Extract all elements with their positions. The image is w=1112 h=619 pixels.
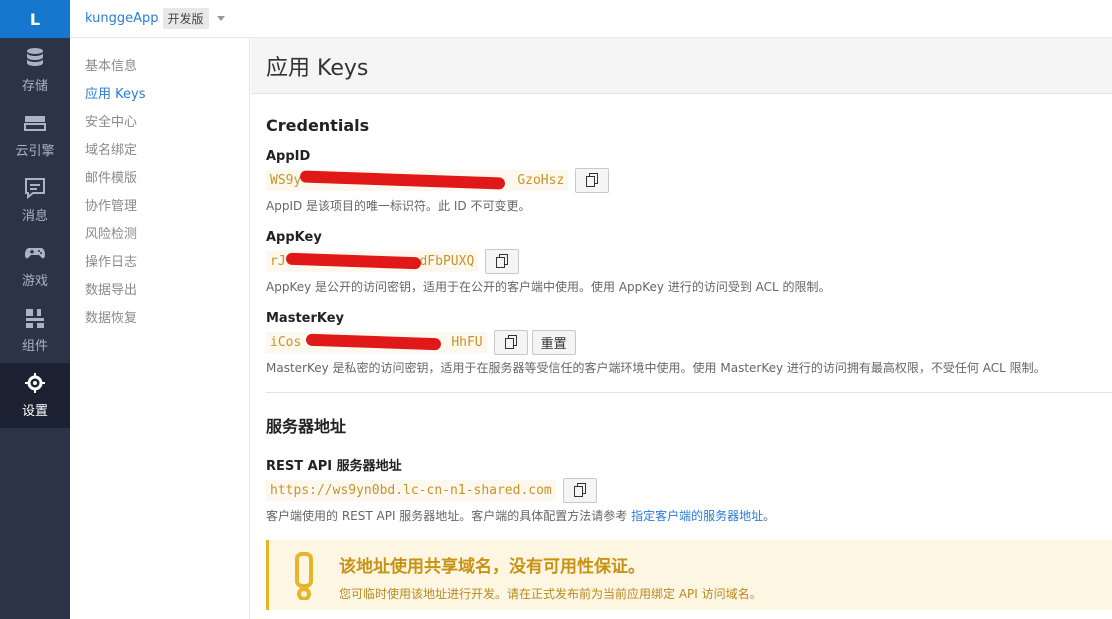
rail-item-label: 游戏 [21,274,48,289]
rail-item-label: 云引擎 [15,144,55,159]
cloud-engine-icon [24,116,46,131]
logo-letter: L [29,9,41,29]
appkey-value-end: sdFbPUXQ [411,253,475,269]
top-bar: kunggeApp 开发版 [70,0,1112,38]
subnav-item-data-export[interactable]: 数据导出 [70,277,249,305]
message-icon [25,178,45,199]
rail-item-components[interactable]: 组件 [0,298,70,363]
edition-badge: 开发版 [162,8,209,29]
appid-value-end: GzoHsz [517,172,565,188]
subnav-item-risk-detection[interactable]: 风险检测 [70,221,249,249]
redaction-mark [285,252,422,269]
credentials-heading: Credentials [266,116,370,135]
subnav-item-app-keys[interactable]: 应用 Keys [70,81,249,109]
main-content: 应用 Keys Credentials AppID WS9y GzoHsz App… [251,38,1112,619]
subnav-item-email-templates[interactable]: 邮件模版 [70,165,249,193]
rest-api-help: 客户端使用的 REST API 服务器地址。客户端的具体配置方法请参考 指定客户… [266,507,1112,524]
rail-item-game[interactable]: 游戏 [0,233,70,298]
client-server-config-link[interactable]: 指定客户端的服务器地址 [631,509,763,523]
copy-masterkey-button[interactable] [493,329,528,355]
app-logo[interactable]: L [0,0,70,38]
subnav-item-security[interactable]: 安全中心 [70,109,249,137]
rest-api-help-text: 客户端使用的 REST API 服务器地址。客户端的具体配置方法请参考 [266,509,632,523]
rail-item-label: 消息 [21,209,48,224]
copy-icon [496,254,509,268]
main-rail: L 存储 云引擎 消息 游戏 组件 设置 [0,0,70,619]
masterkey-help: MasterKey 是私密的访问密钥，适用于在服务器等受信任的客户端环境中使用。… [266,361,1046,375]
warning-title: 该地址使用共享域名，没有可用性保证。 [339,557,645,577]
appkey-value-start: rJ [270,253,286,269]
rail-item-label: 设置 [21,404,48,419]
masterkey-label: MasterKey [266,311,345,326]
masterkey-value-start: iCos [270,334,302,350]
components-icon [26,309,44,328]
appid-value[interactable]: WS9y GzoHsz [266,169,569,191]
appid-value-start: WS9y [270,172,302,188]
section-divider [266,392,1112,393]
subnav-item-collaborators[interactable]: 协作管理 [70,193,249,221]
database-icon [27,48,43,66]
gamepad-icon [25,248,45,259]
rail-item-cloud-engine[interactable]: 云引擎 [0,103,70,168]
exclamation-icon [295,552,313,600]
app-switcher-name[interactable]: kunggeApp [85,11,159,26]
chevron-down-icon[interactable] [216,16,225,21]
rail-item-settings[interactable]: 设置 [0,363,70,428]
subnav-item-operation-logs[interactable]: 操作日志 [70,249,249,277]
copy-icon [504,335,517,349]
appkey-help: AppKey 是公开的访问密钥，适用于在公开的客户端中使用。使用 AppKey … [266,280,831,294]
rest-api-url[interactable]: https://ws9yn0bd.lc-cn-n1-shared.com [266,479,556,501]
copy-icon [586,173,599,187]
appid-label: AppID [266,149,311,164]
masterkey-value-end: HhFU [451,334,483,350]
masterkey-value[interactable]: iCos HhFU [266,331,487,353]
subnav-item-data-restore[interactable]: 数据恢复 [70,305,249,333]
rest-api-help-suffix: 。 [763,509,776,523]
rest-api-label: REST API 服务器地址 [266,459,402,474]
rail-item-message[interactable]: 消息 [0,168,70,233]
appid-help: AppID 是该项目的唯一标识符。此 ID 不可变更。 [266,199,531,213]
rail-item-storage[interactable]: 存储 [0,38,70,103]
appkey-value[interactable]: rJ sdFbPUXQ [266,250,479,272]
shared-domain-warning: 该地址使用共享域名，没有可用性保证。 您可临时使用该地址进行开发。请在正式发布前… [266,540,1112,610]
redaction-mark [299,169,506,190]
reset-masterkey-button[interactable]: 重置 [531,329,576,355]
rail-item-label: 存储 [21,79,48,94]
warning-subtitle: 您可临时使用该地址进行开发。请在正式发布前为当前应用绑定 API 访问域名。 [339,587,762,601]
subnav-item-domains[interactable]: 域名绑定 [70,137,249,165]
subnav-item-basic-info[interactable]: 基本信息 [70,53,249,81]
copy-appkey-button[interactable] [485,248,520,274]
page-title: 应用 Keys [266,55,369,81]
copy-rest-url-button[interactable] [562,477,597,503]
page-header: 应用 Keys [251,38,1112,94]
rail-item-label: 组件 [21,339,48,354]
appkey-label: AppKey [266,230,322,245]
gear-icon [25,373,45,393]
copy-icon [573,483,586,497]
redaction-mark [305,333,442,350]
server-address-heading: 服务器地址 [266,417,347,436]
copy-appid-button[interactable] [575,167,610,193]
settings-subnav: 基本信息 应用 Keys 安全中心 域名绑定 邮件模版 协作管理 风险检测 操作… [70,38,250,619]
